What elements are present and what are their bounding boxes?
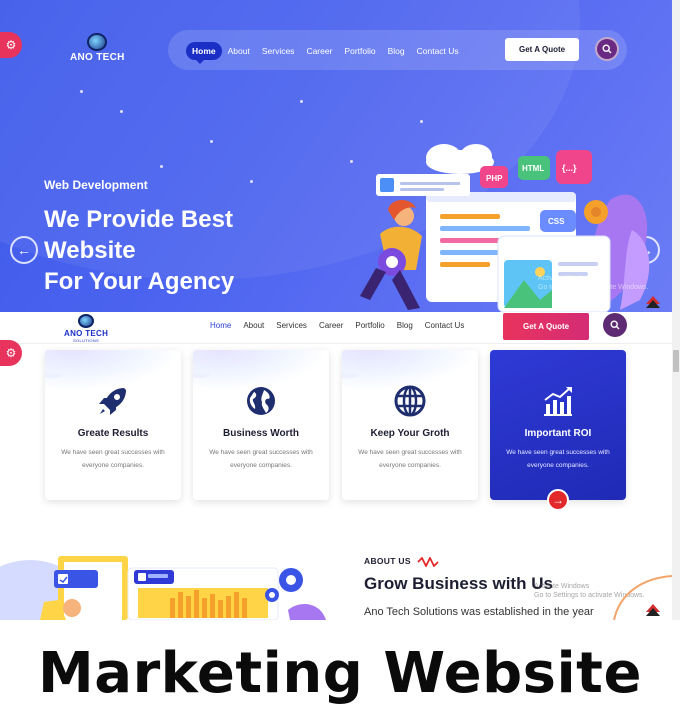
feature-title: Important ROI [524, 428, 592, 439]
svg-text:CSS: CSS [548, 217, 565, 226]
about-eyebrow-text: ABOUT US [364, 556, 411, 566]
main-nav: Home About Services Career Portfolio Blo… [186, 42, 465, 64]
nav-portfolio[interactable]: Portfolio [338, 42, 381, 60]
zigzag-icon [417, 555, 440, 568]
star-dot [300, 100, 303, 103]
hero-title-line: Website [44, 237, 136, 264]
nav-home[interactable]: Home [204, 321, 237, 330]
svg-text:PHP: PHP [486, 174, 503, 183]
feature-desc: We have seen great successes with everyo… [506, 449, 610, 469]
globe-logo-icon [78, 314, 95, 328]
svg-text:{...}: {...} [562, 163, 577, 173]
logo-text: ANO TECH [64, 329, 109, 338]
feature-title: Business Worth [223, 428, 299, 439]
get-quote-button[interactable]: Get A Quote [505, 38, 580, 61]
hero-title-line: We Provide Best [44, 206, 233, 233]
svg-text:HTML: HTML [522, 164, 544, 173]
feature-title: Greate Results [77, 428, 149, 439]
feature-card-active[interactable]: Important ROI We have seen great success… [490, 350, 626, 500]
feature-card[interactable]: Keep Your Groth We have seen great succe… [342, 350, 478, 500]
nav-contact-us[interactable]: Contact Us [411, 42, 465, 60]
hero-title-line: For Your Agency [44, 268, 235, 295]
settings-tab[interactable]: ⚙ [0, 340, 22, 366]
card-next-button[interactable]: → [547, 489, 569, 511]
world-icon [394, 385, 426, 417]
sticky-header: ANO TECH SOLUTIONS Home About Services C… [0, 312, 672, 344]
star-dot [420, 120, 423, 123]
decorative-arc [613, 575, 672, 620]
windows-watermark: Activate Windows Go to Settings to activ… [538, 274, 649, 292]
nav-contact-us[interactable]: Contact Us [419, 321, 471, 330]
nav-blog[interactable]: Blog [382, 42, 411, 60]
search-icon [610, 320, 620, 330]
hero-eyebrow: Web Development [44, 178, 148, 192]
hero-section: ANO TECH Home About Services Career Port… [0, 0, 672, 312]
scrollbar-thumb[interactable] [673, 350, 679, 372]
nav-services[interactable]: Services [270, 321, 313, 330]
rocket-icon [99, 388, 126, 415]
star-dot [80, 90, 83, 93]
logo-subtext: SOLUTIONS [73, 338, 99, 343]
caption-text: Marketing Website [38, 641, 642, 706]
search-button[interactable] [603, 313, 627, 337]
nav-blog[interactable]: Blog [391, 321, 419, 330]
feature-card[interactable]: Greate Results We have seen great succes… [45, 350, 181, 500]
nav-about[interactable]: About [237, 321, 270, 330]
star-dot [210, 140, 213, 143]
page-scrollbar[interactable] [672, 0, 680, 620]
slider-prev-button[interactable]: ← [10, 236, 38, 264]
scroll-top-icon[interactable] [644, 290, 662, 308]
nav-about[interactable]: About [222, 42, 256, 60]
feature-card[interactable]: Business Worth We have seen great succes… [193, 350, 329, 500]
get-quote-button[interactable]: Get A Quote [503, 313, 590, 340]
feature-desc: We have seen great successes with everyo… [61, 449, 165, 469]
feature-desc: We have seen great successes with everyo… [209, 449, 313, 469]
arrow-right-icon: → [552, 493, 564, 507]
globe-logo-icon [87, 33, 108, 51]
nav-services[interactable]: Services [256, 42, 301, 60]
watermark-line: Activate Windows [538, 275, 594, 282]
logo-text: ANO TECH [70, 52, 125, 63]
nav-career[interactable]: Career [313, 321, 349, 330]
feature-desc: We have seen great successes with everyo… [358, 449, 462, 469]
nav-portfolio[interactable]: Portfolio [349, 321, 390, 330]
search-button[interactable] [595, 37, 619, 61]
site-logo[interactable]: ANO TECH [70, 33, 125, 63]
sticky-logo[interactable]: ANO TECH SOLUTIONS [64, 314, 108, 343]
arrow-left-icon: ← [17, 242, 31, 258]
scroll-top-icon[interactable] [644, 598, 662, 616]
nav-career[interactable]: Career [300, 42, 338, 60]
sticky-nav: Home About Services Career Portfolio Blo… [204, 321, 470, 330]
caption-banner: Marketing Website [0, 620, 680, 727]
feature-title: Keep Your Groth [370, 428, 450, 439]
search-icon [602, 44, 612, 54]
watermark-line: Go to Settings to activate Windows. [538, 284, 649, 291]
about-title: Grow Business with Us [364, 574, 553, 593]
globe-icon [247, 387, 275, 415]
hero-title: We Provide Best Website For Your Agency [44, 204, 304, 297]
about-eyebrow: ABOUT US [364, 555, 440, 568]
star-dot [250, 180, 253, 183]
about-illustration [0, 556, 326, 620]
gear-icon: ⚙ [5, 346, 17, 360]
nav-home[interactable]: Home [186, 42, 222, 64]
star-dot [160, 165, 163, 168]
chart-icon [544, 387, 572, 416]
gear-icon: ⚙ [5, 38, 17, 52]
star-dot [120, 110, 123, 113]
